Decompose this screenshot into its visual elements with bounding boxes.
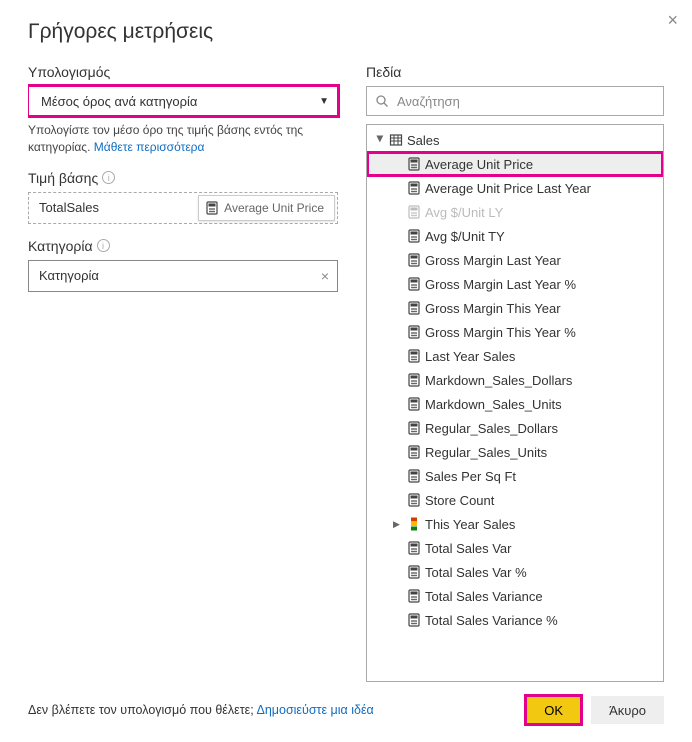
category-value: Κατηγορία [39, 268, 99, 283]
tree-table-row[interactable]: ▶ Sales [367, 128, 663, 152]
search-input[interactable] [395, 93, 655, 110]
field-label: Total Sales Var % [425, 565, 527, 580]
field-label: Gross Margin This Year % [425, 325, 576, 340]
tree-field-row[interactable]: Gross Margin Last Year % [367, 272, 663, 296]
calculator-icon [407, 445, 421, 459]
tree-field-row[interactable]: Avg $/Unit TY [367, 224, 663, 248]
calculator-icon [407, 277, 421, 291]
dialog-body: Υπολογισμός Μέσος όρος ανά κατηγορία ▼ Υ… [28, 64, 664, 682]
dialog-footer: Δεν βλέπετε τον υπολογισμό που θέλετε; Δ… [28, 682, 664, 742]
table-name: Sales [407, 133, 440, 148]
chevron-down-icon: ▶ [375, 135, 386, 145]
field-label: Markdown_Sales_Units [425, 397, 562, 412]
tree-field-row[interactable]: Regular_Sales_Units [367, 440, 663, 464]
field-label: Store Count [425, 493, 494, 508]
cancel-button[interactable]: Άκυρο [591, 696, 664, 724]
fields-tree[interactable]: ▶ Sales Average Unit Price Average Unit P… [366, 124, 664, 682]
calculator-icon [407, 613, 421, 627]
calculation-dropdown[interactable]: Μέσος όρος ανά κατηγορία ▼ [28, 86, 338, 116]
learn-more-link[interactable]: Μάθετε περισσότερα [94, 140, 205, 154]
calculator-icon [407, 589, 421, 603]
category-field-box[interactable]: Κατηγορία × [28, 260, 338, 292]
field-label: Total Sales Var [425, 541, 511, 556]
tree-field-row[interactable]: Total Sales Var % [367, 560, 663, 584]
footer-buttons: OK Άκυρο [526, 696, 664, 724]
base-value-label: Τιμή βάσης i [28, 170, 338, 186]
tree-field-row[interactable]: Markdown_Sales_Dollars [367, 368, 663, 392]
calculation-label: Υπολογισμός [28, 64, 338, 80]
kpi-icon [407, 517, 421, 531]
field-label: Sales Per Sq Ft [425, 469, 516, 484]
calculator-icon [407, 397, 421, 411]
tree-field-row[interactable]: Markdown_Sales_Units [367, 392, 663, 416]
tree-field-row[interactable]: Last Year Sales [367, 344, 663, 368]
field-label: This Year Sales [425, 517, 515, 532]
field-label: Regular_Sales_Dollars [425, 421, 558, 436]
drag-ghost-field: Average Unit Price [198, 195, 335, 221]
calculator-icon [407, 541, 421, 555]
footer-prompt: Δεν βλέπετε τον υπολογισμό που θέλετε; Δ… [28, 703, 374, 717]
info-icon[interactable]: i [97, 239, 110, 252]
field-label: Total Sales Variance [425, 589, 543, 604]
close-icon[interactable]: × [667, 10, 678, 31]
tree-field-row[interactable]: Store Count [367, 488, 663, 512]
calculator-icon [407, 349, 421, 363]
quick-measures-dialog: × Γρήγορες μετρήσεις Υπολογισμός Μέσος ό… [0, 0, 692, 742]
calculator-icon [407, 469, 421, 483]
field-label: Total Sales Variance % [425, 613, 558, 628]
calculator-icon [205, 201, 219, 215]
tree-field-row[interactable]: Total Sales Variance [367, 584, 663, 608]
calculator-icon [407, 301, 421, 315]
field-label: Avg $/Unit LY [425, 205, 503, 220]
tree-field-row[interactable]: Gross Margin Last Year [367, 248, 663, 272]
chevron-down-icon: ▼ [319, 96, 329, 107]
calculator-icon [407, 565, 421, 579]
tree-field-row[interactable]: ▶ This Year Sales [367, 512, 663, 536]
tree-field-row[interactable]: Gross Margin This Year [367, 296, 663, 320]
field-label: Markdown_Sales_Dollars [425, 373, 572, 388]
category-label: Κατηγορία i [28, 238, 338, 254]
calculator-icon [407, 157, 421, 171]
remove-category-icon[interactable]: × [321, 268, 329, 284]
tree-field-row[interactable]: Average Unit Price Last Year [367, 176, 663, 200]
fields-panel: Πεδία ▶ Sales Average Unit Price Average … [366, 64, 664, 682]
calculator-icon [407, 493, 421, 507]
tree-field-row[interactable]: Avg $/Unit LY [367, 200, 663, 224]
left-panel: Υπολογισμός Μέσος όρος ανά κατηγορία ▼ Υ… [28, 64, 338, 682]
search-icon [375, 94, 389, 108]
field-label: Avg $/Unit TY [425, 229, 505, 244]
field-label: Average Unit Price [425, 157, 533, 172]
tree-field-row[interactable]: Total Sales Variance % [367, 608, 663, 632]
calculation-helper: Υπολογίστε τον μέσο όρο της τιμής βάσης … [28, 122, 338, 156]
calculator-icon [407, 373, 421, 387]
calculator-icon [407, 421, 421, 435]
base-value-dropzone[interactable]: TotalSales Average Unit Price [28, 192, 338, 224]
tree-field-row[interactable]: Regular_Sales_Dollars [367, 416, 663, 440]
field-label: Gross Margin Last Year % [425, 277, 576, 292]
field-label: Gross Margin This Year [425, 301, 561, 316]
tree-field-row[interactable]: Total Sales Var [367, 536, 663, 560]
post-idea-link[interactable]: Δημοσιεύστε μια ιδέα [256, 703, 373, 717]
dialog-title: Γρήγορες μετρήσεις [28, 20, 664, 44]
fields-search[interactable] [366, 86, 664, 116]
ok-button[interactable]: OK [526, 696, 581, 724]
calculator-icon [407, 205, 421, 219]
chevron-right-icon: ▶ [393, 519, 403, 530]
calculation-value: Μέσος όρος ανά κατηγορία [41, 94, 197, 109]
info-icon[interactable]: i [102, 171, 115, 184]
calculator-icon [407, 253, 421, 267]
field-label: Regular_Sales_Units [425, 445, 547, 460]
tree-field-row[interactable]: Gross Margin This Year % [367, 320, 663, 344]
base-value-field: TotalSales [29, 200, 99, 215]
field-label: Gross Margin Last Year [425, 253, 561, 268]
field-label: Average Unit Price Last Year [425, 181, 591, 196]
calculator-icon [407, 325, 421, 339]
field-label: Last Year Sales [425, 349, 515, 364]
fields-label: Πεδία [366, 64, 664, 80]
calculator-icon [407, 181, 421, 195]
calculator-icon [407, 229, 421, 243]
table-icon [389, 133, 403, 147]
tree-field-row[interactable]: Sales Per Sq Ft [367, 464, 663, 488]
tree-field-row[interactable]: Average Unit Price [367, 152, 663, 176]
